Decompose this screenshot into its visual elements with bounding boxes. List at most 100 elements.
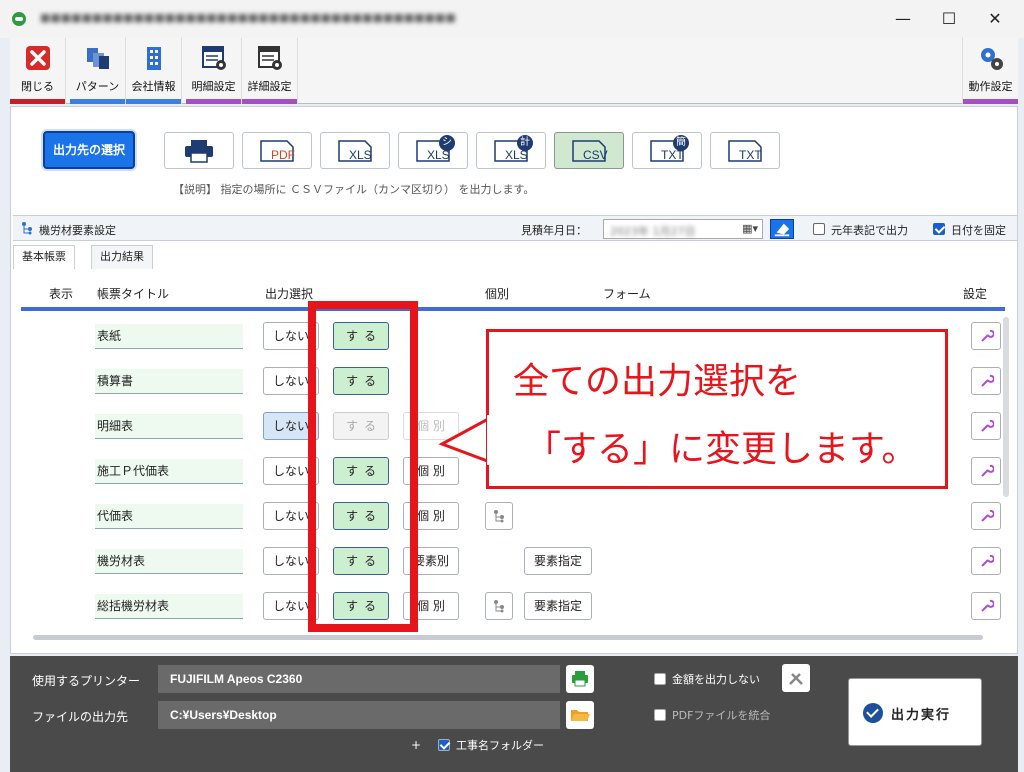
gears-icon: [980, 48, 1003, 70]
advanced-settings-icon: [257, 46, 282, 70]
wrench-icon: [981, 329, 994, 342]
execute-output-button[interactable]: 出力実行: [848, 678, 982, 746]
element-specify-button[interactable]: 要素指定: [524, 592, 592, 620]
tools-button[interactable]: [782, 664, 810, 692]
printer-icon: [185, 140, 213, 163]
format-xls-button[interactable]: XLS: [320, 132, 390, 169]
format-pdf-label: PDF: [271, 148, 295, 162]
behavior-settings-label: 動作設定: [968, 80, 1013, 93]
format-txt-kan-button[interactable]: TXT 簡: [632, 132, 702, 169]
close-app-button[interactable]: 閉じる: [10, 38, 66, 104]
window-title: ■■■■■■■■■■■■■■■■■■■■■■■■■■■■■■■■■■■■■■■■: [40, 11, 456, 24]
format-xls-shi-button[interactable]: XLS シ: [398, 132, 468, 169]
detail-settings-label: 明細設定: [191, 80, 236, 93]
row-settings-button[interactable]: [971, 502, 1001, 530]
select-destination-button[interactable]: 出力先の選択: [43, 131, 135, 169]
col-title: 帳票タイトル: [97, 287, 170, 301]
eraser-button[interactable]: [770, 219, 794, 239]
fix-date-checkbox[interactable]: [933, 223, 945, 235]
estimate-date-label: 見積年月日：: [521, 224, 587, 237]
detail-settings-button[interactable]: 明細設定: [186, 38, 242, 104]
estimate-date-value: 2023年 1月27日: [610, 225, 696, 238]
tab-output-results[interactable]: 出力結果: [91, 245, 153, 269]
table-row: 代価表 しない する 個 別: [11, 496, 1001, 536]
printer-select-button[interactable]: [566, 665, 594, 693]
destination-field[interactable]: C:¥Users¥Desktop: [158, 701, 560, 729]
calendar-dropdown-icon[interactable]: ▦▾: [742, 222, 758, 235]
element-tree-button[interactable]: [485, 592, 513, 620]
element-tree-button[interactable]: [485, 502, 513, 530]
form-title-field[interactable]: 積算書: [95, 369, 243, 394]
pattern-label: パターン: [75, 80, 120, 93]
tree-icon: [494, 510, 504, 523]
app-logo-icon: [12, 12, 26, 26]
row-settings-button[interactable]: [971, 367, 1001, 395]
folder-icon: [571, 710, 590, 721]
form-title-field[interactable]: 施工Ｐ代価表: [95, 459, 243, 484]
highlight-box: [308, 301, 418, 632]
header-divider: [21, 307, 1005, 311]
tree-icon: [22, 222, 32, 235]
col-individual: 個別: [485, 287, 510, 301]
format-badge: シ: [439, 135, 455, 151]
execute-output-label: 出力実行: [891, 708, 952, 723]
ribbon-underline: [126, 99, 181, 104]
form-title-field[interactable]: 明細表: [95, 414, 243, 439]
era-format-checkbox[interactable]: [813, 223, 825, 235]
expand-plus[interactable]: +: [411, 738, 421, 752]
format-txt-label: TXT: [739, 148, 762, 162]
project-folder-checkbox[interactable]: [438, 739, 450, 751]
advanced-settings-button[interactable]: 詳細設定: [242, 38, 298, 104]
format-xls-label: XLS: [349, 148, 372, 162]
vertical-scrollbar[interactable]: [1003, 317, 1009, 497]
eraser-icon: [774, 223, 790, 237]
ribbon-underline: [70, 99, 125, 104]
horizontal-scrollbar[interactable]: [33, 635, 983, 640]
form-title-field[interactable]: 代価表: [95, 504, 243, 529]
detail-settings-icon: [201, 46, 226, 70]
destination-label: ファイルの出力先: [32, 710, 129, 724]
merge-pdf-label: PDFファイルを統合: [672, 709, 771, 722]
ribbon-underline: [186, 99, 241, 104]
col-settings: 設定: [963, 287, 988, 301]
element-specify-button[interactable]: 要素指定: [524, 547, 592, 575]
row-settings-button[interactable]: [971, 412, 1001, 440]
form-title-field[interactable]: 総括機労材表: [95, 594, 243, 619]
labor-material-settings-label[interactable]: 機労材要素設定: [39, 222, 116, 238]
behavior-settings-button[interactable]: 動作設定: [962, 38, 1018, 104]
minimize-button[interactable]: —: [888, 6, 918, 32]
row-settings-button[interactable]: [971, 592, 1001, 620]
estimate-date-picker[interactable]: 2023年 1月27日 ▦▾: [603, 219, 763, 239]
printer-field[interactable]: FUJIFILM Apeos C2360: [158, 665, 560, 693]
col-show: 表示: [49, 287, 74, 301]
format-txt-button[interactable]: TXT: [710, 132, 780, 169]
row-settings-button[interactable]: [971, 547, 1001, 575]
wrench-icon: [981, 374, 994, 387]
format-pdf-button[interactable]: PDF: [242, 132, 312, 169]
merge-pdf-checkbox[interactable]: [654, 709, 666, 721]
col-form: フォーム: [603, 287, 651, 301]
format-csv-button[interactable]: CSV: [554, 132, 624, 169]
format-printer-button[interactable]: [164, 132, 234, 169]
row-settings-button[interactable]: [971, 457, 1001, 485]
tools-icon: [789, 673, 803, 685]
options-bar: 機労材要素設定 見積年月日： 2023年 1月27日 ▦▾ 元年表記で出力 日付…: [13, 215, 1017, 241]
close-window-button[interactable]: ✕: [980, 6, 1010, 32]
row-settings-button[interactable]: [971, 322, 1001, 350]
tab-basic-forms[interactable]: 基本帳票: [13, 245, 75, 269]
format-xls-kei-button[interactable]: XLS 計: [476, 132, 546, 169]
pattern-button[interactable]: パターン: [70, 38, 126, 104]
app-window: ■■■■■■■■■■■■■■■■■■■■■■■■■■■■■■■■■■■■■■■■…: [0, 0, 1024, 772]
maximize-button[interactable]: ☐: [934, 6, 964, 32]
no-amount-checkbox[interactable]: [654, 673, 666, 685]
close-app-label: 閉じる: [21, 80, 54, 93]
company-info-button[interactable]: 会社情報: [126, 38, 182, 104]
printer-icon: [572, 671, 588, 687]
building-icon: [146, 47, 161, 70]
wrench-icon: [981, 464, 994, 477]
wrench-icon: [981, 599, 994, 612]
form-title-field[interactable]: 表紙: [95, 324, 243, 349]
advanced-settings-label: 詳細設定: [247, 80, 292, 93]
folder-select-button[interactable]: [566, 701, 594, 729]
form-title-field[interactable]: 機労材表: [95, 549, 243, 574]
